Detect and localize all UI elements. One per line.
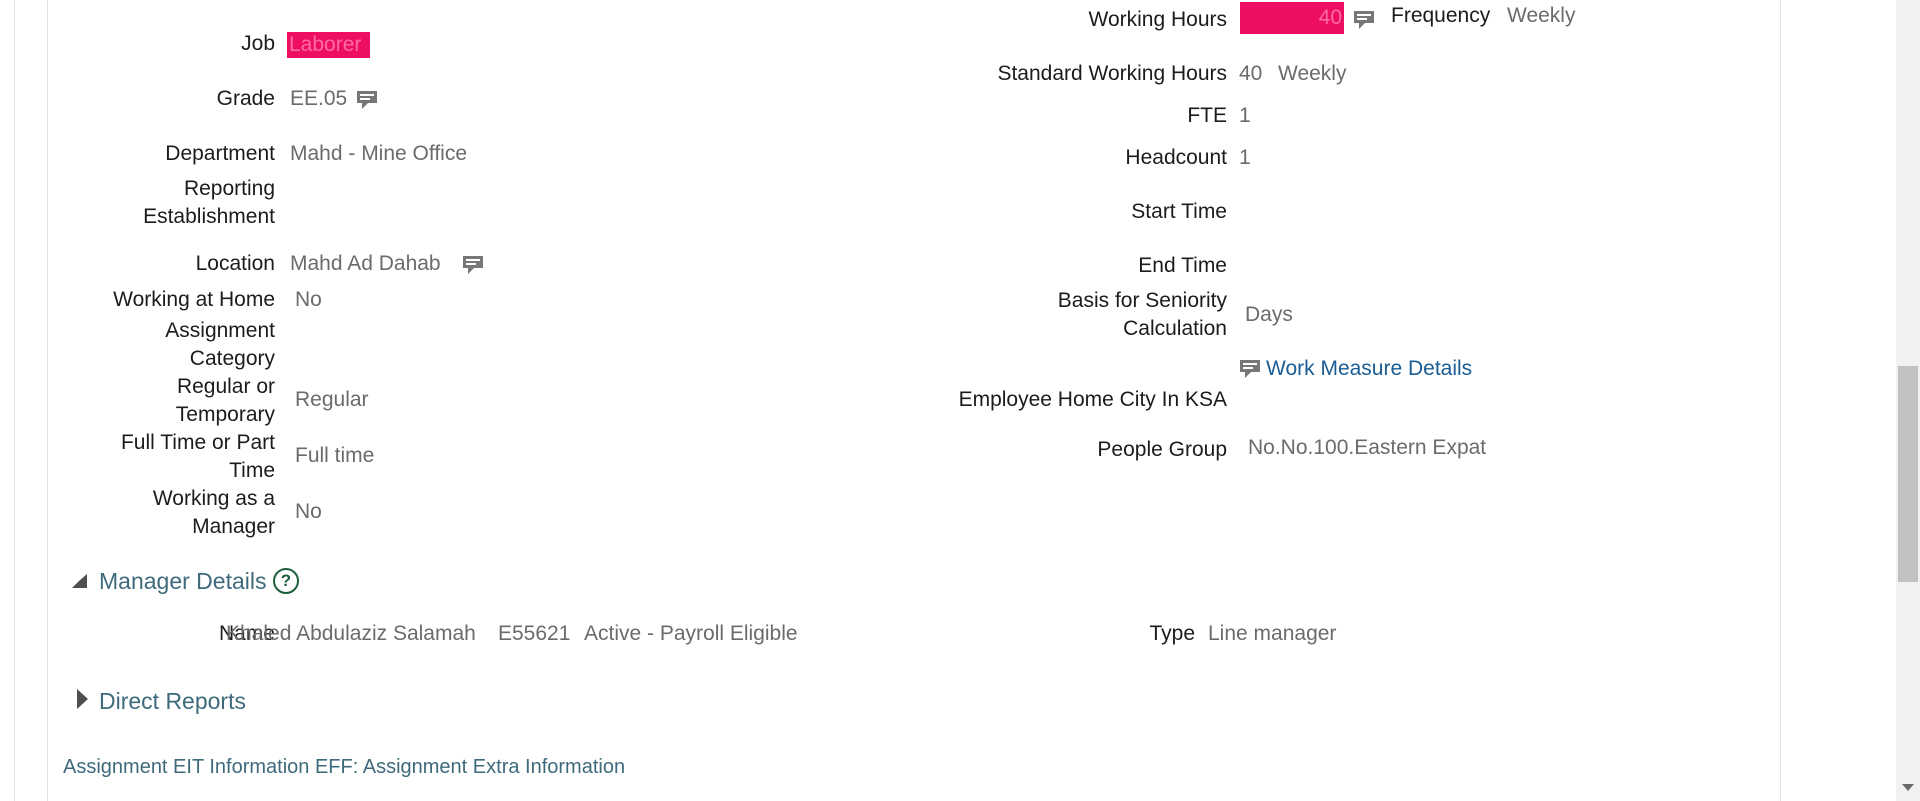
job-label: Job xyxy=(241,32,275,55)
comment-detail-icon[interactable] xyxy=(356,90,378,110)
assignment-eit-title: Assignment EIT Information EFF: Assignme… xyxy=(63,756,626,778)
manager-employee-id: E55621 xyxy=(498,622,571,645)
grade-value: EE.05 xyxy=(290,87,348,110)
work-measure-details-link[interactable]: Work Measure Details xyxy=(1266,355,1472,383)
frequency-label: Frequency xyxy=(1391,4,1491,27)
people-group-label: People Group xyxy=(1097,438,1227,461)
scroll-down-arrow-icon[interactable] xyxy=(1902,784,1914,791)
grade-label: Grade xyxy=(216,87,275,110)
location-value: Mahd Ad Dahab xyxy=(290,252,441,275)
comment-detail-icon[interactable] xyxy=(1239,359,1261,379)
working-as-manager-label-line2: Manager xyxy=(192,515,275,538)
comment-detail-icon[interactable] xyxy=(462,255,484,275)
vertical-scrollbar-thumb[interactable] xyxy=(1898,366,1918,582)
working-at-home-label: Working at Home xyxy=(113,288,275,311)
reporting-establishment-label-line1: Reporting xyxy=(183,177,275,200)
assignment-category-label-line2: Category xyxy=(189,347,275,370)
start-time-label: Start Time xyxy=(1131,200,1227,223)
job-value-highlight[interactable]: Laborer xyxy=(287,32,370,58)
location-label: Location xyxy=(195,252,275,275)
panel-border-right xyxy=(1780,0,1781,801)
working-hours-value: 40 xyxy=(1318,6,1342,29)
full-part-time-label-line1: Full Time or Part xyxy=(120,431,275,454)
triangle-down-icon[interactable] xyxy=(72,574,87,588)
seniority-basis-label-line2: Calculation xyxy=(1123,317,1227,340)
panel-border-inner-left xyxy=(47,0,48,801)
working-hours-label: Working Hours xyxy=(1088,8,1228,31)
job-value: Laborer xyxy=(289,33,362,56)
working-at-home-value: No xyxy=(295,288,322,311)
regular-temporary-value: Regular xyxy=(295,388,369,411)
standard-working-hours-label: Standard Working Hours xyxy=(997,62,1227,85)
panel-border-left xyxy=(14,0,15,801)
direct-reports-title[interactable]: Direct Reports xyxy=(99,686,246,716)
working-as-manager-label-line1: Working as a xyxy=(152,487,275,510)
regular-temporary-label-line1: Regular or xyxy=(176,375,275,398)
fte-label: FTE xyxy=(1187,104,1227,127)
reporting-establishment-label-line2: Establishment xyxy=(143,205,275,228)
department-value: Mahd - Mine Office xyxy=(290,142,468,165)
seniority-basis-label-line1: Basis for Seniority xyxy=(1057,289,1227,312)
comment-detail-icon[interactable] xyxy=(1353,10,1375,30)
regular-temporary-label-line2: Temporary xyxy=(175,403,275,426)
manager-details-title[interactable]: Manager Details xyxy=(99,566,266,596)
seniority-basis-value: Days xyxy=(1245,303,1293,326)
working-hours-value-highlight[interactable]: 40 xyxy=(1240,2,1344,34)
working-as-manager-value: No xyxy=(295,500,322,523)
headcount-value: 1 xyxy=(1239,146,1251,169)
help-circle-icon[interactable]: ? xyxy=(273,568,299,594)
assignment-category-label-line1: Assignment xyxy=(165,319,275,342)
fte-value: 1 xyxy=(1239,104,1251,127)
employee-home-city-label: Employee Home City In KSA xyxy=(958,388,1227,411)
full-part-time-value: Full time xyxy=(295,444,375,467)
end-time-label: End Time xyxy=(1138,254,1227,277)
triangle-right-icon[interactable] xyxy=(77,689,88,709)
full-part-time-label-line2: Time xyxy=(229,459,275,482)
frequency-value: Weekly xyxy=(1507,4,1576,27)
department-label: Department xyxy=(165,142,275,165)
manager-type-value: Line manager xyxy=(1208,622,1337,645)
standard-working-hours-value: 40 xyxy=(1239,62,1263,85)
standard-working-hours-frequency: Weekly xyxy=(1278,62,1347,85)
manager-name-value: Khaled Abdulaziz Salamah xyxy=(226,622,476,645)
people-group-value: No.No.100.Eastern Expat xyxy=(1248,436,1487,459)
manager-status: Active - Payroll Eligible xyxy=(584,622,798,645)
headcount-label: Headcount xyxy=(1125,146,1227,169)
manager-type-label: Type xyxy=(1149,622,1195,645)
